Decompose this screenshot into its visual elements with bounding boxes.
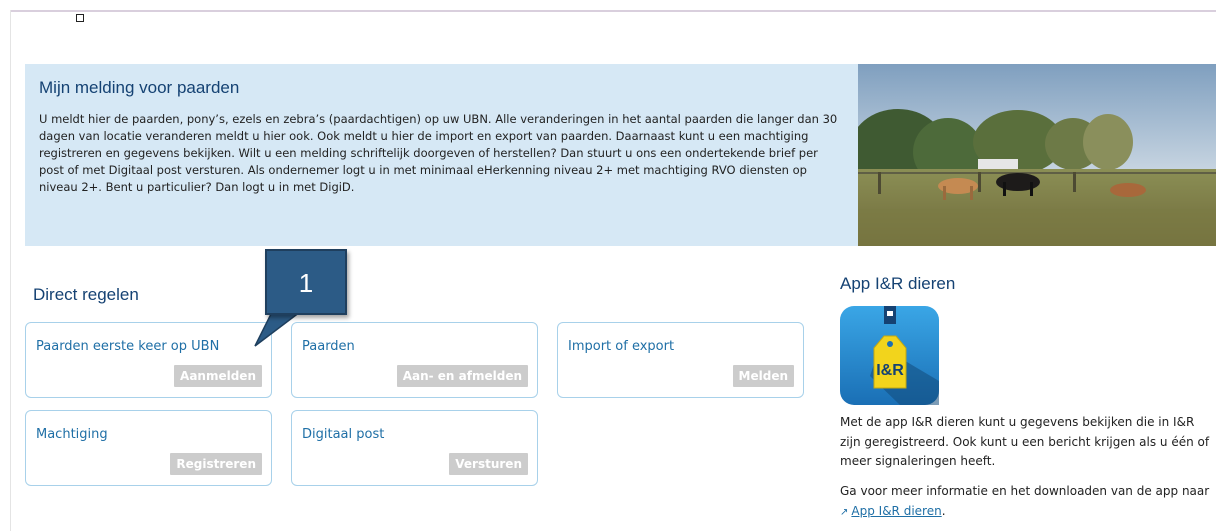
app-more-info: Ga voor meer informatie en het downloade…	[840, 482, 1216, 522]
app-heading: App I&R dieren	[840, 274, 956, 293]
card-paarden[interactable]: Paarden Aan- en afmelden	[291, 322, 538, 398]
selection-handle	[76, 14, 84, 22]
card-title[interactable]: Machtiging	[36, 427, 108, 442]
app-description: Met de app I&R dieren kunt u gegevens be…	[840, 415, 1210, 468]
versturen-button[interactable]: Versturen	[449, 453, 528, 475]
horses-photo	[858, 64, 1216, 246]
annotation-callout: 1	[265, 249, 347, 315]
external-link-icon: ↗	[840, 506, 849, 518]
card-title[interactable]: Digitaal post	[302, 427, 384, 442]
aan-en-afmelden-button[interactable]: Aan- en afmelden	[396, 365, 528, 387]
app-ir-dieren-icon[interactable]: I&R	[840, 306, 939, 405]
more-info-prefix: Ga voor meer informatie en het downloade…	[840, 484, 1210, 498]
more-info-suffix: .	[941, 503, 946, 518]
card-digitaal-post[interactable]: Digitaal post Versturen	[291, 410, 538, 486]
card-import-export[interactable]: Import of export Melden	[557, 322, 804, 398]
card-title[interactable]: Paarden eerste keer op UBN	[36, 339, 219, 354]
callout-number: 1	[298, 268, 314, 298]
card-machtiging[interactable]: Machtiging Registreren	[25, 410, 272, 486]
direct-regelen-heading: Direct regelen	[33, 285, 139, 304]
registreren-button[interactable]: Registreren	[170, 453, 262, 475]
card-title[interactable]: Import of export	[568, 339, 674, 354]
card-paarden-eerste-keer[interactable]: Paarden eerste keer op UBN Aanmelden	[25, 322, 272, 398]
callout-pointer	[254, 312, 302, 347]
left-divider	[10, 10, 11, 531]
melden-button[interactable]: Melden	[732, 365, 794, 387]
top-divider	[10, 10, 1216, 12]
intro-text: U meldt hier de paarden, pony’s, ezels e…	[39, 112, 838, 194]
page-title: Mijn melding voor paarden	[39, 78, 240, 97]
intro-banner: Mijn melding voor paarden U meldt hier d…	[25, 64, 858, 246]
app-link[interactable]: App I&R dieren	[851, 504, 941, 518]
app-icon-label: I&R	[876, 362, 904, 379]
aanmelden-button[interactable]: Aanmelden	[174, 365, 262, 387]
